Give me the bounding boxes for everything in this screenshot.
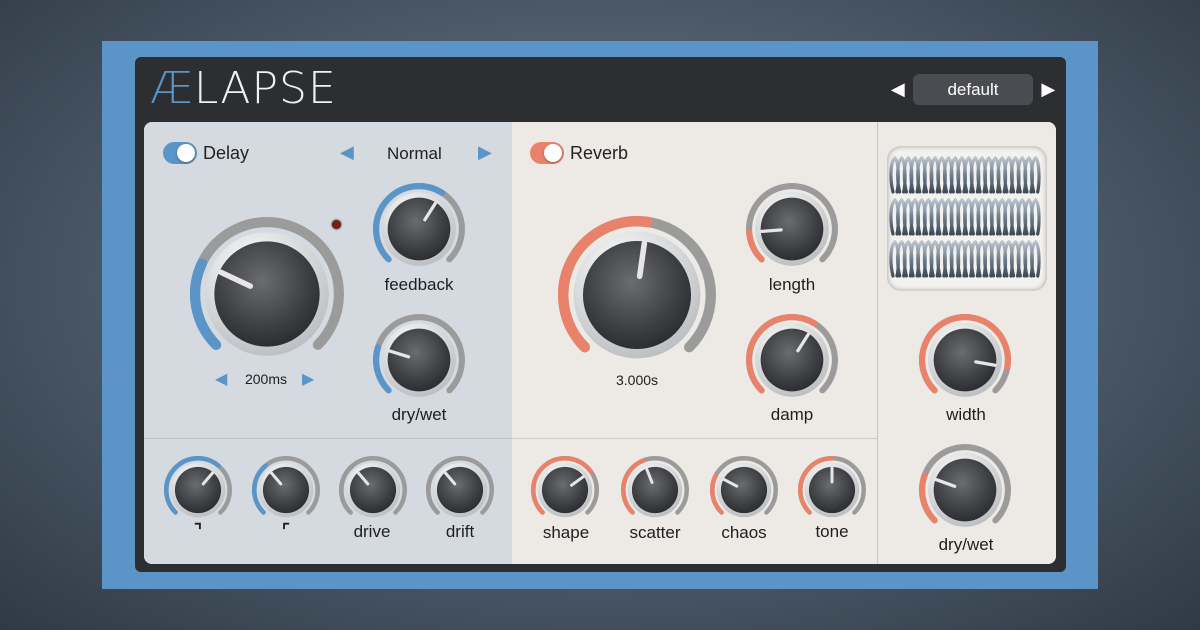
- knob-body: [541, 466, 589, 514]
- preset-name[interactable]: default: [912, 74, 1034, 105]
- app-logo: Æ LAPSE: [150, 60, 337, 116]
- output-drywet-knob[interactable]: [918, 443, 1012, 542]
- preset-selector: ◀ default ▶: [888, 73, 1058, 106]
- spring-coil: [889, 197, 1041, 236]
- delay-label: Delay: [203, 143, 250, 163]
- knob-body: [387, 197, 451, 261]
- delay-drywet-knob[interactable]: [372, 313, 466, 412]
- knob-body: [436, 466, 484, 514]
- drive-knob[interactable]: [338, 455, 408, 530]
- knob-body: [349, 466, 397, 514]
- spring-coil: [889, 155, 1041, 194]
- knob-body: [174, 466, 222, 514]
- knob-body: [214, 241, 320, 347]
- high-cut-knob[interactable]: [251, 455, 321, 530]
- reverb-toggle[interactable]: [530, 142, 564, 164]
- knob-body: [760, 328, 824, 392]
- tone-label: tone: [815, 522, 849, 541]
- delay-toggle[interactable]: [163, 142, 197, 164]
- shape-knob[interactable]: [530, 455, 600, 530]
- damp-knob[interactable]: [745, 313, 839, 412]
- knob-body: [631, 466, 679, 514]
- tone-knob[interactable]: [797, 455, 867, 530]
- low-cut-icon: ⌝: [194, 521, 202, 540]
- logo-text: LAPSE: [193, 62, 337, 114]
- damp-label: damp: [770, 405, 814, 424]
- scatter-knob[interactable]: [620, 455, 690, 530]
- chaos-label: chaos: [721, 523, 767, 542]
- width-knob[interactable]: [918, 313, 1012, 412]
- shape-label: shape: [542, 523, 590, 542]
- delay-divider: [144, 438, 512, 439]
- high-cut-icon: ⌜: [282, 521, 290, 540]
- low-cut-knob[interactable]: [163, 455, 233, 530]
- delay-mode-prev-icon[interactable]: ◀: [340, 142, 354, 163]
- drift-knob[interactable]: [425, 455, 495, 530]
- spring-visualizer: [887, 146, 1047, 291]
- knob-body: [387, 328, 451, 392]
- reverb-size-value[interactable]: 3.000s: [616, 372, 658, 388]
- knob-body: [720, 466, 768, 514]
- drive-label: drive: [353, 522, 391, 541]
- width-label: width: [946, 405, 986, 424]
- delay-time-value[interactable]: 200ms: [245, 371, 287, 387]
- delay-drywet-label: dry/wet: [391, 405, 447, 424]
- springs-graphic: [889, 155, 1041, 278]
- delay-mode-next-icon[interactable]: ▶: [478, 142, 492, 163]
- knob-body: [760, 197, 824, 261]
- knob-body: [933, 328, 997, 392]
- chaos-knob[interactable]: [709, 455, 779, 530]
- preset-next-icon[interactable]: ▶: [1038, 79, 1058, 100]
- knob-body: [582, 240, 692, 350]
- spring-coil: [889, 239, 1041, 278]
- knob-body: [262, 466, 310, 514]
- scatter-label: scatter: [629, 523, 681, 542]
- delay-time-knob[interactable]: [189, 216, 345, 377]
- output-drywet-label: dry/wet: [938, 535, 994, 554]
- delay-time-next-icon[interactable]: ▶: [302, 369, 314, 389]
- feedback-knob[interactable]: [372, 182, 466, 281]
- knob-indicator: [760, 228, 783, 234]
- delay-time-prev-icon[interactable]: ◀: [215, 369, 227, 389]
- delay-mode-value[interactable]: Normal: [387, 144, 442, 164]
- reverb-label: Reverb: [570, 143, 629, 163]
- preset-prev-icon[interactable]: ◀: [888, 79, 908, 100]
- knob-body: [933, 458, 997, 522]
- feedback-label: feedback: [384, 275, 454, 294]
- drift-label: drift: [445, 522, 475, 541]
- reverb-divider: [512, 438, 877, 439]
- logo-ae: Æ: [150, 62, 194, 114]
- length-knob[interactable]: [745, 182, 839, 281]
- reverb-size-knob[interactable]: [557, 215, 717, 380]
- length-label: length: [768, 275, 816, 294]
